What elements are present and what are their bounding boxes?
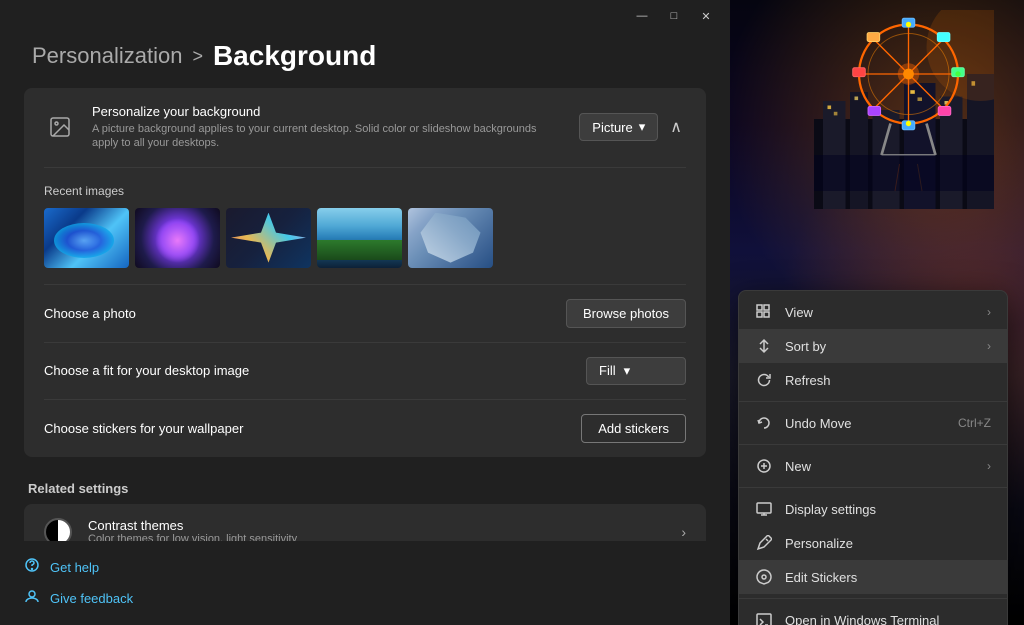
stickers-icon [755, 568, 773, 586]
new-label: New [785, 459, 975, 474]
recent-images-label: Recent images [44, 184, 686, 198]
edit-stickers-label: Edit Stickers [785, 570, 991, 585]
menu-item-refresh[interactable]: Refresh [739, 363, 1007, 397]
help-icon [24, 557, 40, 578]
contrast-subtitle: Color themes for low vision, light sensi… [88, 533, 297, 541]
menu-item-terminal[interactable]: Open in Windows Terminal [739, 603, 1007, 625]
thumbnail-2[interactable] [135, 208, 220, 268]
menu-item-personalize[interactable]: Personalize [739, 526, 1007, 560]
menu-separator-1 [739, 401, 1007, 402]
settings-panel: — □ ✕ Personalization > Background P [0, 0, 730, 625]
menu-item-edit-stickers[interactable]: Edit Stickers [739, 560, 1007, 594]
thumbnails-container [44, 208, 686, 268]
personalize-text: Personalize your background A picture ba… [92, 104, 563, 151]
sort-chevron-icon: › [987, 339, 991, 353]
title-bar: — □ ✕ [0, 0, 730, 32]
feedback-icon [24, 588, 40, 609]
ferris-wheel-graphic [814, 10, 994, 210]
undo-label: Undo Move [785, 416, 946, 431]
menu-separator-3 [739, 487, 1007, 488]
give-feedback-label: Give feedback [50, 591, 133, 606]
view-chevron-icon: › [987, 305, 991, 319]
give-feedback-link[interactable]: Give feedback [24, 588, 706, 609]
terminal-label: Open in Windows Terminal [785, 613, 991, 625]
picture-dropdown[interactable]: Picture ▾ [579, 113, 658, 141]
breadcrumb: Personalization > Background [0, 32, 730, 88]
collapse-button[interactable]: ∧ [666, 113, 686, 141]
recent-images-section: Recent images [24, 168, 706, 284]
personalize-title: Personalize your background [92, 104, 563, 119]
menu-item-new[interactable]: New › [739, 449, 1007, 483]
new-chevron-icon: › [987, 459, 991, 473]
breadcrumb-parent[interactable]: Personalization [32, 43, 182, 69]
content-area: Personalize your background A picture ba… [0, 88, 730, 541]
bottom-links: Get help Give feedback [0, 541, 730, 625]
terminal-icon [755, 611, 773, 625]
personalize-row: Personalize your background A picture ba… [24, 88, 706, 167]
choose-photo-label: Choose a photo [44, 306, 136, 321]
undo-icon [755, 414, 773, 432]
get-help-label: Get help [50, 560, 99, 575]
view-label: View [785, 305, 975, 320]
undo-shortcut: Ctrl+Z [958, 416, 991, 430]
refresh-label: Refresh [785, 373, 991, 388]
refresh-icon [755, 371, 773, 389]
breadcrumb-separator: > [192, 46, 203, 67]
add-stickers-button[interactable]: Add stickers [581, 414, 686, 443]
contrast-text: Contrast themes Color themes for low vis… [88, 518, 297, 541]
fit-row: Choose a fit for your desktop image Fill… [24, 343, 706, 399]
view-icon [755, 303, 773, 321]
thumbnail-3[interactable] [226, 208, 311, 268]
menu-item-display[interactable]: Display settings [739, 492, 1007, 526]
fit-label: Choose a fit for your desktop image [44, 363, 249, 378]
background-card: Personalize your background A picture ba… [24, 88, 706, 457]
menu-separator-4 [739, 598, 1007, 599]
display-icon [755, 500, 773, 518]
maximize-button[interactable]: □ [662, 8, 686, 24]
personalize-menu-label: Personalize [785, 536, 991, 551]
get-help-link[interactable]: Get help [24, 557, 706, 578]
contrast-themes-row[interactable]: Contrast themes Color themes for low vis… [24, 504, 706, 541]
sort-label: Sort by [785, 339, 975, 354]
stickers-row: Choose stickers for your wallpaper Add s… [24, 400, 706, 457]
menu-item-view[interactable]: View › [739, 295, 1007, 329]
menu-separator-2 [739, 444, 1007, 445]
personalize-control: Picture ▾ ∧ [579, 113, 686, 141]
desktop-preview: View › Sort by › Refresh [730, 0, 1024, 625]
contrast-chevron-icon: › [681, 524, 686, 540]
context-menu: View › Sort by › Refresh [738, 290, 1008, 625]
fit-dropdown[interactable]: Fill ▾ [586, 357, 686, 385]
breadcrumb-current: Background [213, 40, 376, 72]
contrast-title: Contrast themes [88, 518, 297, 533]
menu-item-sort[interactable]: Sort by › [739, 329, 1007, 363]
minimize-button[interactable]: — [630, 8, 654, 24]
sort-icon [755, 337, 773, 355]
stickers-label: Choose stickers for your wallpaper [44, 421, 243, 436]
personalize-icon [755, 534, 773, 552]
image-icon [44, 111, 76, 143]
menu-item-undo[interactable]: Undo Move Ctrl+Z [739, 406, 1007, 440]
browse-photos-button[interactable]: Browse photos [566, 299, 686, 328]
new-icon [755, 457, 773, 475]
thumbnail-5[interactable] [408, 208, 493, 268]
close-button[interactable]: ✕ [694, 8, 718, 24]
contrast-icon [44, 518, 72, 541]
personalize-subtitle: A picture background applies to your cur… [92, 122, 563, 151]
choose-photo-row: Choose a photo Browse photos [24, 285, 706, 342]
display-label: Display settings [785, 502, 991, 517]
thumbnail-1[interactable] [44, 208, 129, 268]
related-settings-label: Related settings [24, 469, 706, 504]
thumbnail-4[interactable] [317, 208, 402, 268]
